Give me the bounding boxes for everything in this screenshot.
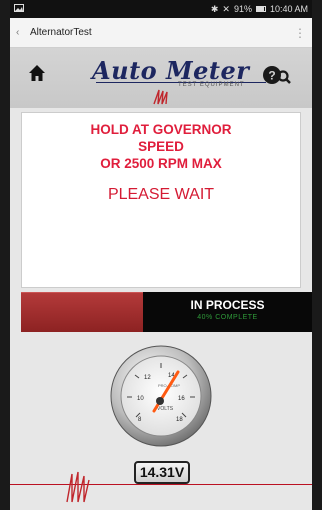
app-frame: ✱ ✕ 91% 10:40 AM ‹ AlternatorTest ⋮ Auto… bbox=[10, 0, 312, 510]
progress-percent: 40% COMPLETE bbox=[197, 314, 258, 321]
overflow-menu-icon[interactable]: ⋮ bbox=[294, 26, 306, 40]
voltmeter-gauge: 8 10 12 14 16 18 PRO-COMP VOLTS bbox=[110, 345, 212, 447]
gauge-hub bbox=[156, 397, 164, 405]
image-icon bbox=[14, 4, 24, 14]
battery-icon bbox=[255, 6, 266, 12]
status-bar: ✱ ✕ 91% 10:40 AM bbox=[10, 0, 312, 18]
progress-status-label: IN PROCESS bbox=[190, 298, 265, 312]
instruction-panel: HOLD AT GOVERNOR SPEED OR 2500 RPM MAX P… bbox=[21, 112, 301, 288]
brand-logo-subtitle: TEST EQUIPMENT bbox=[178, 82, 245, 88]
gauge-tick-label: 16 bbox=[178, 396, 185, 402]
instruction-line: HOLD AT GOVERNOR bbox=[90, 122, 232, 137]
status-right: ✱ ✕ 91% 10:40 AM bbox=[211, 4, 308, 15]
wait-message: PLEASE WAIT bbox=[107, 186, 215, 203]
app-bar: ‹ AlternatorTest ⋮ bbox=[10, 18, 312, 48]
bluetooth-icon: ✱ bbox=[210, 3, 219, 14]
progress-status: IN PROCESS 40% COMPLETE bbox=[143, 292, 312, 332]
help-magnify-icon[interactable]: ? bbox=[262, 64, 292, 86]
footer-divider bbox=[10, 484, 312, 485]
clock: 10:40 AM bbox=[269, 4, 308, 14]
signal-icon: ✕ bbox=[222, 3, 230, 14]
chevron-left-icon[interactable]: ‹ bbox=[16, 27, 30, 38]
battery-percent: 91% bbox=[233, 4, 252, 14]
voltage-readout: 14.31V bbox=[134, 461, 190, 484]
brand-mark-icon bbox=[64, 468, 92, 506]
instruction-line: SPEED bbox=[138, 139, 184, 154]
progress-section: IN PROCESS 40% COMPLETE bbox=[21, 292, 312, 332]
gauge-tick-label: 12 bbox=[144, 375, 151, 381]
home-icon[interactable] bbox=[28, 64, 46, 82]
gauge-unit: VOLTS bbox=[157, 406, 174, 412]
app-title: AlternatorTest bbox=[30, 27, 92, 38]
svg-text:?: ? bbox=[268, 69, 275, 83]
gauge-tick-label: 18 bbox=[176, 417, 183, 423]
progress-bar bbox=[21, 292, 143, 332]
gauge-tick-label: 10 bbox=[137, 396, 144, 402]
brand-header: Auto Meter TEST EQUIPMENT ? bbox=[10, 48, 312, 108]
instruction-line: OR 2500 RPM MAX bbox=[100, 156, 222, 171]
brand-logo: Auto Meter bbox=[92, 56, 250, 85]
brand-mark-icon bbox=[152, 88, 172, 106]
instruction-warning: HOLD AT GOVERNOR SPEED OR 2500 RPM MAX bbox=[22, 121, 300, 172]
